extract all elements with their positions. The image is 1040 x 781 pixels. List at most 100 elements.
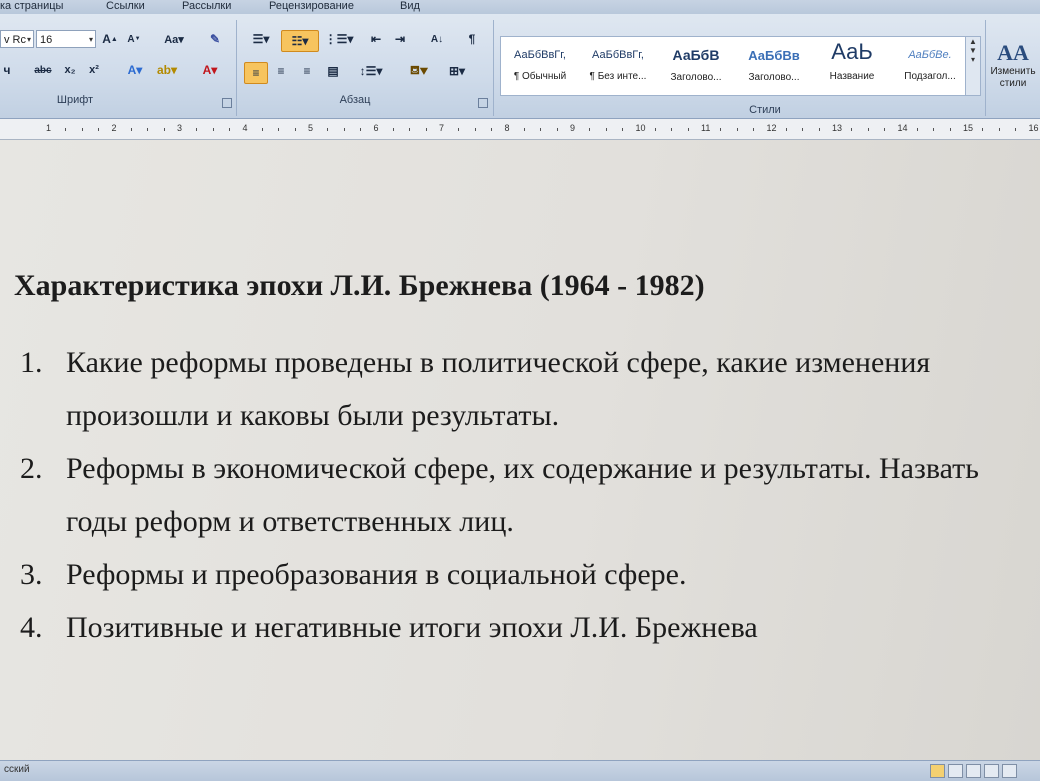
ruler-tick	[540, 128, 542, 131]
pilcrow-icon[interactable]: ¶	[462, 29, 482, 49]
dialog-launcher-icon[interactable]	[478, 98, 488, 108]
ruler-tick	[720, 128, 722, 131]
ruler-tick	[982, 128, 984, 131]
ruler-tick	[81, 128, 83, 131]
tab-references[interactable]: Ссылки	[106, 0, 145, 12]
decrease-indent-icon[interactable]: ⇤	[366, 29, 386, 49]
ruler-tick	[229, 128, 231, 131]
chevron-down-icon: ▾	[26, 35, 31, 44]
change-case-icon[interactable]: Aa▾	[160, 29, 188, 49]
style-heading-2[interactable]: АаБбВв Заголово...	[735, 37, 813, 93]
style-subtitle[interactable]: АаБбВе. Подзагол...	[891, 37, 969, 93]
ruler-number: 6	[373, 123, 379, 133]
ruler-tick	[327, 128, 329, 131]
list-number: 3.	[20, 558, 43, 591]
grow-font-icon[interactable]: A ▲	[100, 29, 120, 49]
tab-page-layout[interactable]: ка страницы	[0, 0, 63, 12]
ruler-number: 16	[1028, 123, 1039, 133]
ruler-tick	[130, 128, 132, 131]
font-color-icon[interactable]: A▾	[196, 60, 224, 80]
style-name: ¶ Обычный	[513, 71, 567, 82]
style-normal[interactable]: АаБбВвГг, ¶ Обычный	[501, 37, 579, 93]
font-size-value: 16	[40, 34, 53, 46]
font-name-field[interactable]: v Rc ▾	[0, 30, 34, 48]
menu-tabs-bar: ка страницы Ссылки Рассылки Рецензирован…	[0, 0, 1040, 14]
ruler-tick	[998, 128, 1000, 131]
style-name: ¶ Без инте...	[589, 71, 647, 82]
line-spacing-icon[interactable]: ↕☰▾	[356, 61, 386, 81]
increase-indent-icon[interactable]: ⇥	[390, 29, 410, 49]
sort-icon[interactable]: А↓	[426, 29, 448, 49]
list-text: Реформы и преобразования в социальной сф…	[66, 558, 687, 591]
paragraph-group-label: Абзац	[339, 94, 371, 106]
ruler-tick	[294, 128, 296, 131]
shading-icon[interactable]: ⛾▾	[404, 61, 434, 81]
bullets-icon[interactable]: ☰▾	[244, 29, 278, 49]
ruler-number: 13	[832, 123, 843, 133]
tab-mailings[interactable]: Рассылки	[182, 0, 231, 12]
shrink-font-icon[interactable]: A ▼	[124, 29, 144, 49]
tab-review[interactable]: Рецензирование	[269, 0, 354, 12]
multilevel-list-icon[interactable]: ⋮☰▾	[322, 29, 356, 49]
document-page[interactable]: Характеристика эпохи Л.И. Брежнева (1964…	[0, 140, 1040, 760]
document-list: 1. Какие реформы проведены в политическо…	[20, 336, 1020, 654]
ruler-tick	[491, 128, 493, 131]
list-text: Позитивные и негативные итоги эпохи Л.И.…	[66, 611, 758, 644]
text-effects-icon[interactable]: A▾	[122, 60, 148, 80]
align-center-icon[interactable]: ≡	[270, 61, 292, 81]
ruler-number: 8	[504, 123, 510, 133]
list-item: 4. Позитивные и негативные итоги эпохи Л…	[20, 601, 1020, 654]
align-right-icon[interactable]: ≡	[296, 61, 318, 81]
full-screen-icon[interactable]	[948, 764, 963, 778]
subscript-icon[interactable]: x₂	[60, 60, 80, 80]
draft-icon[interactable]	[1002, 764, 1017, 778]
chevron-down-icon: ▾	[88, 35, 93, 44]
print-layout-icon[interactable]	[930, 764, 945, 778]
horizontal-ruler[interactable]: 1 2 3 4 5 6 7 8 9 10 11 12 13 14 15 16	[0, 119, 1040, 140]
style-heading-1[interactable]: АаБбВ Заголово...	[657, 37, 735, 93]
ruler-tick	[261, 128, 263, 131]
ruler-tick	[785, 128, 787, 131]
borders-icon[interactable]: ⊞▾	[442, 61, 472, 81]
clear-format-icon[interactable]: ✎	[204, 29, 226, 49]
align-left-icon[interactable]: ≡	[244, 62, 268, 84]
styles-gallery: АаБбВвГг, ¶ Обычный АаБбВвГг, ¶ Без инте…	[500, 36, 967, 96]
highlight-icon[interactable]: ab▾	[154, 60, 180, 80]
list-number: 4.	[20, 611, 43, 644]
language-indicator[interactable]: сский	[4, 764, 30, 775]
strikethrough-icon[interactable]: abc	[30, 60, 56, 80]
dialog-launcher-icon[interactable]	[222, 98, 232, 108]
ruler-number: 12	[766, 123, 777, 133]
font-name-value: v Rc	[4, 34, 26, 46]
ruler-number: 4	[242, 123, 248, 133]
outline-icon[interactable]	[984, 764, 999, 778]
font-size-field[interactable]: 16 ▾	[36, 30, 96, 48]
list-number: 2.	[20, 452, 43, 485]
ruler-number: 5	[308, 123, 314, 133]
group-separator	[236, 20, 237, 116]
ruler-tick	[409, 128, 411, 131]
change-styles-button[interactable]: AA Изменить стили	[986, 40, 1040, 100]
justify-icon[interactable]: ▤	[322, 61, 344, 81]
ruler-number: 9	[570, 123, 576, 133]
superscript-icon[interactable]: x²	[84, 60, 104, 80]
ruler-tick	[933, 128, 935, 131]
ruler-tick	[360, 128, 362, 131]
web-layout-icon[interactable]	[966, 764, 981, 778]
style-name: Название	[829, 71, 875, 82]
ribbon: v Rc ▾ 16 ▾ A ▲ A ▼ Aa▾ ✎ ч abc x₂ x² A▾ a…	[0, 14, 1040, 119]
style-name: Заголово...	[670, 72, 722, 83]
numbering-icon[interactable]: ☷▾	[281, 30, 319, 52]
ruler-tick	[278, 128, 280, 131]
list-text: Реформы в экономической сфере, их содерж…	[66, 452, 979, 538]
ruler-number: 7	[439, 123, 445, 133]
ruler-number: 14	[897, 123, 908, 133]
style-no-spacing[interactable]: АаБбВвГг, ¶ Без инте...	[579, 37, 657, 93]
tab-view[interactable]: Вид	[400, 0, 420, 12]
gallery-scroll[interactable]: ▲ ▼ ▾	[965, 36, 981, 96]
underline-icon[interactable]: ч	[0, 60, 14, 80]
ruler-tick	[622, 128, 624, 131]
style-title[interactable]: АаЬ Название	[813, 37, 891, 93]
ruler-tick	[605, 128, 607, 131]
style-sample: АаБбВ	[672, 47, 720, 63]
